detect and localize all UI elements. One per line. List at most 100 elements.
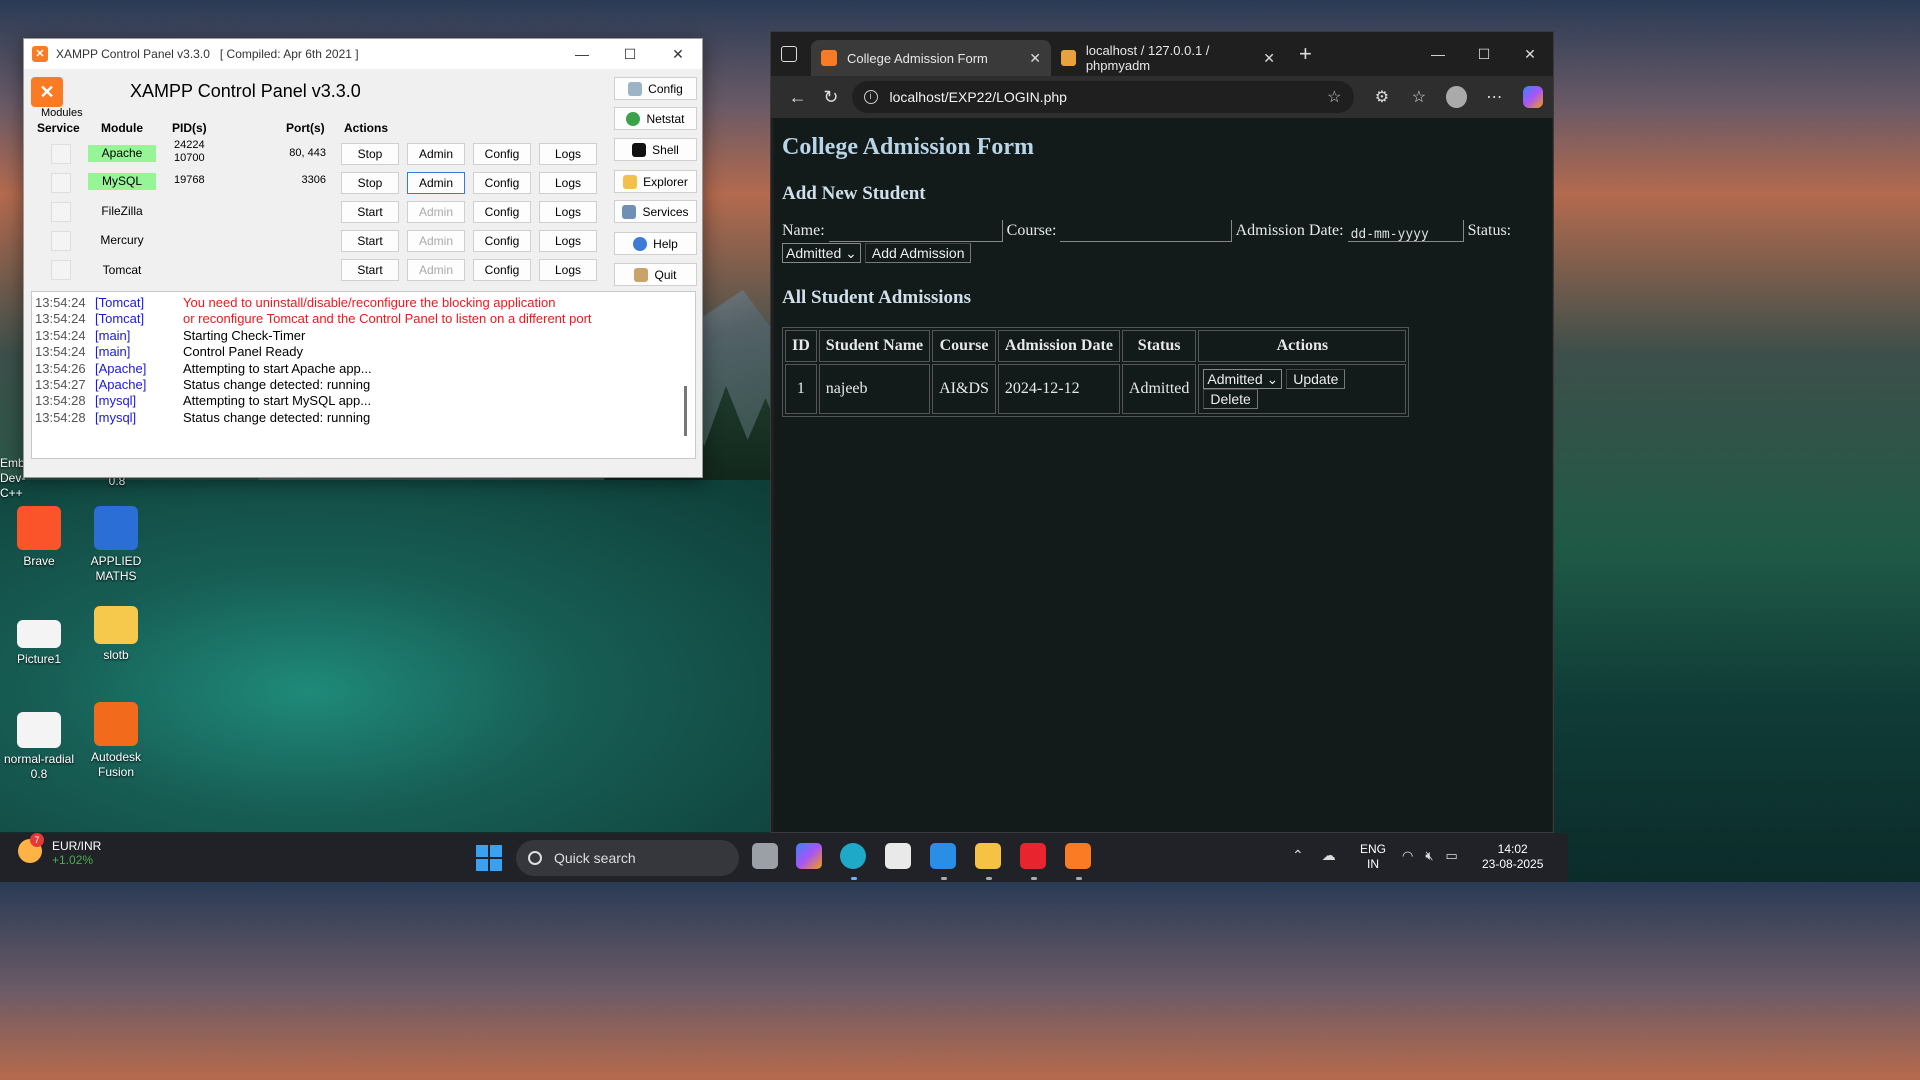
help-icon bbox=[633, 236, 648, 251]
chevron-up-icon[interactable]: ⌃ bbox=[1292, 847, 1304, 864]
course-input[interactable] bbox=[1060, 220, 1233, 242]
start-button[interactable]: Start bbox=[341, 230, 399, 252]
desktop-icon-autodesk-fusion[interactable]: Autodesk Fusion bbox=[77, 702, 155, 780]
admission-date-input[interactable]: dd-mm-yyyy bbox=[1347, 220, 1464, 242]
system-tray: ⌃ ☁ bbox=[1292, 847, 1336, 864]
delete-button[interactable]: Delete bbox=[1203, 389, 1258, 409]
explorer-button[interactable]: Explorer bbox=[614, 170, 697, 193]
clock[interactable]: 14:02 23-08-2025 bbox=[1482, 842, 1543, 872]
minimize-button[interactable]: — bbox=[1415, 46, 1461, 63]
add-admission-button[interactable]: Add Admission bbox=[864, 243, 972, 263]
desktop-icon-picture1[interactable]: Picture1 bbox=[0, 620, 78, 667]
copilot-icon[interactable] bbox=[1522, 86, 1544, 108]
service-checkbox[interactable] bbox=[51, 202, 71, 222]
config-button[interactable]: Config bbox=[473, 230, 531, 252]
cell-id: 1 bbox=[785, 364, 817, 414]
side-config-button[interactable]: Config bbox=[614, 77, 697, 100]
tab-college-admission[interactable]: College Admission Form ✕ bbox=[811, 40, 1051, 76]
name-input[interactable] bbox=[828, 220, 1003, 242]
service-checkbox[interactable] bbox=[51, 144, 71, 164]
speaker-muted-icon: 🔇︎ bbox=[1425, 848, 1434, 863]
running-indicator bbox=[1031, 877, 1037, 880]
favorites-icon[interactable]: ☆ bbox=[1400, 87, 1437, 107]
admin-button[interactable]: Admin bbox=[407, 172, 465, 194]
config-button[interactable]: Config bbox=[473, 143, 531, 165]
taskbar-search[interactable]: Quick search bbox=[516, 840, 739, 876]
name-label: Name: bbox=[782, 222, 825, 239]
logs-button[interactable]: Logs bbox=[539, 143, 597, 165]
new-tab-plus-icon[interactable]: + bbox=[1299, 41, 1312, 67]
update-button[interactable]: Update bbox=[1286, 369, 1346, 389]
system-icons[interactable]: ◠ 🔇︎ ▭ bbox=[1402, 848, 1458, 864]
service-checkbox[interactable] bbox=[51, 173, 71, 193]
close-tab-icon[interactable]: ✕ bbox=[1029, 50, 1041, 67]
clock-date: 23-08-2025 bbox=[1482, 857, 1544, 871]
config-button[interactable]: Config bbox=[473, 259, 531, 281]
service-checkbox[interactable] bbox=[51, 231, 71, 251]
back-arrow-icon[interactable]: ← bbox=[781, 87, 814, 108]
close-button[interactable]: ✕ bbox=[1507, 46, 1553, 63]
reload-icon[interactable]: ↻ bbox=[814, 87, 847, 108]
module-row-apache: Apache 24224 10700 80, 443 Stop Admin Con… bbox=[24, 139, 614, 168]
folder-icon bbox=[94, 606, 138, 644]
module-name: MySQL bbox=[88, 173, 156, 190]
favorite-star-icon[interactable]: ☆ bbox=[1327, 87, 1341, 107]
brave-icon bbox=[17, 506, 61, 550]
logs-button[interactable]: Logs bbox=[539, 259, 597, 281]
xampp-taskbar-icon[interactable] bbox=[1065, 843, 1091, 869]
language-indicator[interactable]: ENG IN bbox=[1360, 842, 1386, 872]
close-tab-icon[interactable]: ✕ bbox=[1263, 50, 1275, 67]
onedrive-icon[interactable]: ☁ bbox=[1322, 847, 1336, 864]
wps-office-icon[interactable] bbox=[1020, 843, 1046, 869]
start-button[interactable]: Start bbox=[341, 201, 399, 223]
logs-button[interactable]: Logs bbox=[539, 172, 597, 194]
more-menu-icon[interactable]: ⋯ bbox=[1476, 87, 1513, 107]
logs-button[interactable]: Logs bbox=[539, 201, 597, 223]
netstat-button[interactable]: Netstat bbox=[614, 107, 697, 130]
minimize-button[interactable]: — bbox=[558, 39, 606, 69]
file-explorer-icon[interactable] bbox=[975, 843, 1001, 869]
maximize-button[interactable]: ☐ bbox=[606, 39, 654, 69]
help-button[interactable]: Help bbox=[614, 232, 697, 255]
vscode-icon[interactable] bbox=[930, 843, 956, 869]
maximize-button[interactable]: ☐ bbox=[1461, 46, 1507, 63]
quit-button[interactable]: Quit bbox=[614, 263, 697, 286]
config-button[interactable]: Config bbox=[473, 172, 531, 194]
services-button[interactable]: Services bbox=[614, 200, 697, 223]
site-info-icon[interactable]: i bbox=[863, 90, 878, 104]
desktop-icon-normal-radial[interactable]: normal-radial 0.8 bbox=[0, 712, 78, 782]
config-button[interactable]: Config bbox=[473, 201, 531, 223]
logs-button[interactable]: Logs bbox=[539, 230, 597, 252]
stop-button[interactable]: Stop bbox=[341, 172, 399, 194]
start-button[interactable]: Start bbox=[341, 259, 399, 281]
quit-door-icon bbox=[634, 267, 649, 282]
col-service: Service bbox=[37, 121, 80, 135]
profile-avatar[interactable] bbox=[1446, 86, 1467, 108]
desktop-icon-slotb[interactable]: slotb bbox=[77, 606, 155, 663]
shell-button[interactable]: Shell bbox=[614, 138, 697, 161]
service-checkbox[interactable] bbox=[51, 260, 71, 280]
close-button[interactable]: ✕ bbox=[654, 39, 702, 69]
edge-browser-icon[interactable] bbox=[840, 843, 866, 869]
copilot-icon[interactable] bbox=[796, 843, 822, 869]
xampp-log-panel[interactable]: 13:54:24 [Tomcat] You need to uninstall/di… bbox=[31, 291, 696, 459]
tab-phpmyadmin[interactable]: localhost / 127.0.0.1 / phpmyadm ✕ bbox=[1051, 40, 1285, 76]
module-name: Mercury bbox=[100, 233, 144, 247]
xampp-titlebar[interactable]: ✕ XAMPP Control Panel v3.3.0 [ Compiled:… bbox=[24, 39, 702, 69]
row-status-select[interactable]: Admitted ⌄ bbox=[1203, 369, 1283, 389]
address-bar[interactable]: i localhost/EXP22/LOGIN.php ☆ bbox=[851, 81, 1354, 113]
log-scrollbar[interactable] bbox=[684, 386, 687, 436]
running-indicator bbox=[1076, 877, 1082, 880]
admin-button[interactable]: Admin bbox=[407, 143, 465, 165]
start-button[interactable] bbox=[476, 845, 502, 871]
market-widget[interactable]: 7 EUR/INR +1.02% bbox=[18, 833, 101, 867]
desktop-icon-applied-maths[interactable]: APPLIED MATHS bbox=[77, 506, 155, 584]
task-view-icon[interactable] bbox=[752, 843, 778, 869]
tab-actions-icon[interactable] bbox=[781, 46, 797, 62]
extensions-icon[interactable]: ⚙ bbox=[1364, 87, 1401, 107]
desktop-icon-brave[interactable]: Brave bbox=[0, 506, 78, 569]
status-select[interactable]: Admitted ⌄ bbox=[782, 243, 861, 263]
stop-button[interactable]: Stop bbox=[341, 143, 399, 165]
microsoft-store-icon[interactable] bbox=[885, 843, 911, 869]
cell-admission-date: 2024-12-12 bbox=[997, 364, 1120, 414]
